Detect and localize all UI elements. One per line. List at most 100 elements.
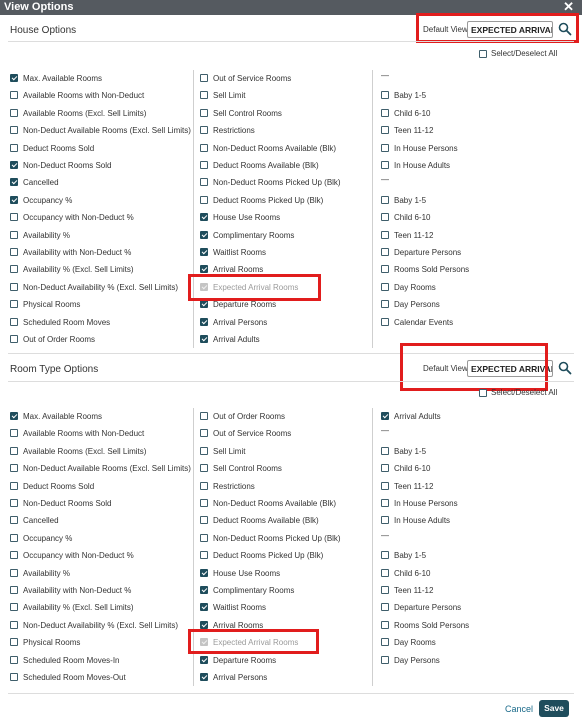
option-checkbox[interactable] <box>381 499 389 507</box>
option-checkbox[interactable] <box>200 91 208 100</box>
option-checkbox[interactable] <box>200 178 208 187</box>
roomtype-default-view-input[interactable]: EXPECTED ARRIVAL RO <box>467 360 553 377</box>
option-checkbox[interactable] <box>10 230 18 239</box>
option-checkbox[interactable] <box>200 620 208 629</box>
option-checkbox[interactable] <box>10 248 18 256</box>
option-checkbox[interactable] <box>10 516 18 525</box>
option-checkbox[interactable] <box>200 586 208 594</box>
option-checkbox[interactable] <box>200 568 208 577</box>
option-checkbox[interactable] <box>381 230 389 239</box>
option-checkbox[interactable] <box>200 499 208 507</box>
option-checkbox[interactable] <box>381 446 389 455</box>
house-select-all-checkbox[interactable] <box>479 49 487 58</box>
option-checkbox[interactable] <box>381 161 389 169</box>
save-button[interactable]: Save <box>539 700 569 717</box>
option-checkbox[interactable] <box>381 282 389 291</box>
option-checkbox[interactable] <box>381 603 389 612</box>
house-search-icon[interactable] <box>558 22 572 36</box>
option-checkbox[interactable] <box>10 108 18 117</box>
close-icon[interactable]: ✕ <box>563 0 574 15</box>
option-checkbox[interactable] <box>200 464 208 473</box>
option-checkbox[interactable] <box>10 429 18 438</box>
option-checkbox[interactable] <box>10 300 18 309</box>
house-default-view-input[interactable]: EXPECTED ARRIVAL RO <box>467 21 553 38</box>
option-checkbox[interactable] <box>200 230 208 239</box>
house-select-all[interactable]: Select/Deselect All <box>479 49 557 58</box>
option-checkbox[interactable] <box>200 603 208 612</box>
roomtype-select-all-checkbox[interactable] <box>479 388 487 397</box>
option-checkbox[interactable] <box>200 74 208 82</box>
option-checkbox[interactable] <box>381 412 389 420</box>
option-checkbox[interactable] <box>381 300 389 309</box>
option-checkbox[interactable] <box>200 265 208 274</box>
option-checkbox[interactable] <box>200 300 208 309</box>
option-checkbox[interactable] <box>200 126 208 135</box>
option-checkbox[interactable] <box>200 655 208 664</box>
option-checkbox[interactable] <box>10 603 18 612</box>
option-checkbox[interactable] <box>381 317 389 326</box>
roomtype-search-icon[interactable] <box>558 361 572 375</box>
option-checkbox[interactable] <box>200 213 208 222</box>
option-checkbox[interactable] <box>10 91 18 100</box>
option-checkbox[interactable] <box>381 551 389 560</box>
option-checkbox[interactable] <box>10 551 18 560</box>
option-checkbox[interactable] <box>10 499 18 507</box>
option-checkbox[interactable] <box>10 74 18 82</box>
option-checkbox[interactable] <box>10 568 18 577</box>
option-checkbox[interactable] <box>10 446 18 455</box>
option-checkbox[interactable] <box>10 673 18 681</box>
option-checkbox[interactable] <box>381 248 389 256</box>
option-checkbox[interactable] <box>10 655 18 664</box>
option-checkbox[interactable] <box>10 481 18 490</box>
option-checkbox[interactable] <box>200 429 208 438</box>
option-checkbox[interactable] <box>381 586 389 594</box>
option-checkbox[interactable] <box>381 126 389 135</box>
option-checkbox[interactable] <box>10 586 18 594</box>
option-checkbox[interactable] <box>381 638 389 647</box>
option-checkbox[interactable] <box>10 620 18 629</box>
option-checkbox[interactable] <box>200 248 208 256</box>
option-checkbox[interactable] <box>381 655 389 664</box>
option-checkbox[interactable] <box>381 91 389 100</box>
option-checkbox[interactable] <box>200 446 208 455</box>
option-checkbox[interactable] <box>200 412 208 420</box>
option-checkbox[interactable] <box>10 213 18 222</box>
option-checkbox[interactable] <box>10 195 18 204</box>
option-checkbox[interactable] <box>10 126 18 135</box>
option-checkbox[interactable] <box>200 481 208 490</box>
option-checkbox[interactable] <box>200 335 208 343</box>
option-checkbox[interactable] <box>10 265 18 274</box>
option-checkbox[interactable] <box>200 317 208 326</box>
option-checkbox[interactable] <box>200 516 208 525</box>
option-checkbox[interactable] <box>10 161 18 169</box>
option-checkbox[interactable] <box>381 568 389 577</box>
option-label: Departure Persons <box>394 603 462 613</box>
option-checkbox[interactable] <box>381 464 389 473</box>
option-checkbox[interactable] <box>10 143 18 152</box>
option-checkbox[interactable] <box>10 282 18 291</box>
option-checkbox[interactable] <box>200 161 208 169</box>
option-checkbox[interactable] <box>381 620 389 629</box>
option-checkbox[interactable] <box>381 213 389 222</box>
option-checkbox[interactable] <box>200 533 208 542</box>
option-checkbox[interactable] <box>10 464 18 473</box>
option-checkbox[interactable] <box>200 673 208 681</box>
option-checkbox[interactable] <box>200 195 208 204</box>
option-checkbox[interactable] <box>381 481 389 490</box>
option-checkbox[interactable] <box>200 108 208 117</box>
option-checkbox[interactable] <box>200 143 208 152</box>
option-checkbox[interactable] <box>381 516 389 525</box>
option-checkbox[interactable] <box>10 317 18 326</box>
option-checkbox[interactable] <box>200 551 208 560</box>
option-checkbox[interactable] <box>10 412 18 420</box>
option-checkbox[interactable] <box>381 108 389 117</box>
option-checkbox[interactable] <box>381 265 389 274</box>
cancel-button[interactable]: Cancel <box>505 704 533 714</box>
option-checkbox[interactable] <box>10 335 18 343</box>
option-checkbox[interactable] <box>10 533 18 542</box>
roomtype-select-all[interactable]: Select/Deselect All <box>479 388 557 397</box>
option-checkbox[interactable] <box>10 178 18 187</box>
option-checkbox[interactable] <box>10 638 18 647</box>
option-checkbox[interactable] <box>381 143 389 152</box>
option-checkbox[interactable] <box>381 195 389 204</box>
